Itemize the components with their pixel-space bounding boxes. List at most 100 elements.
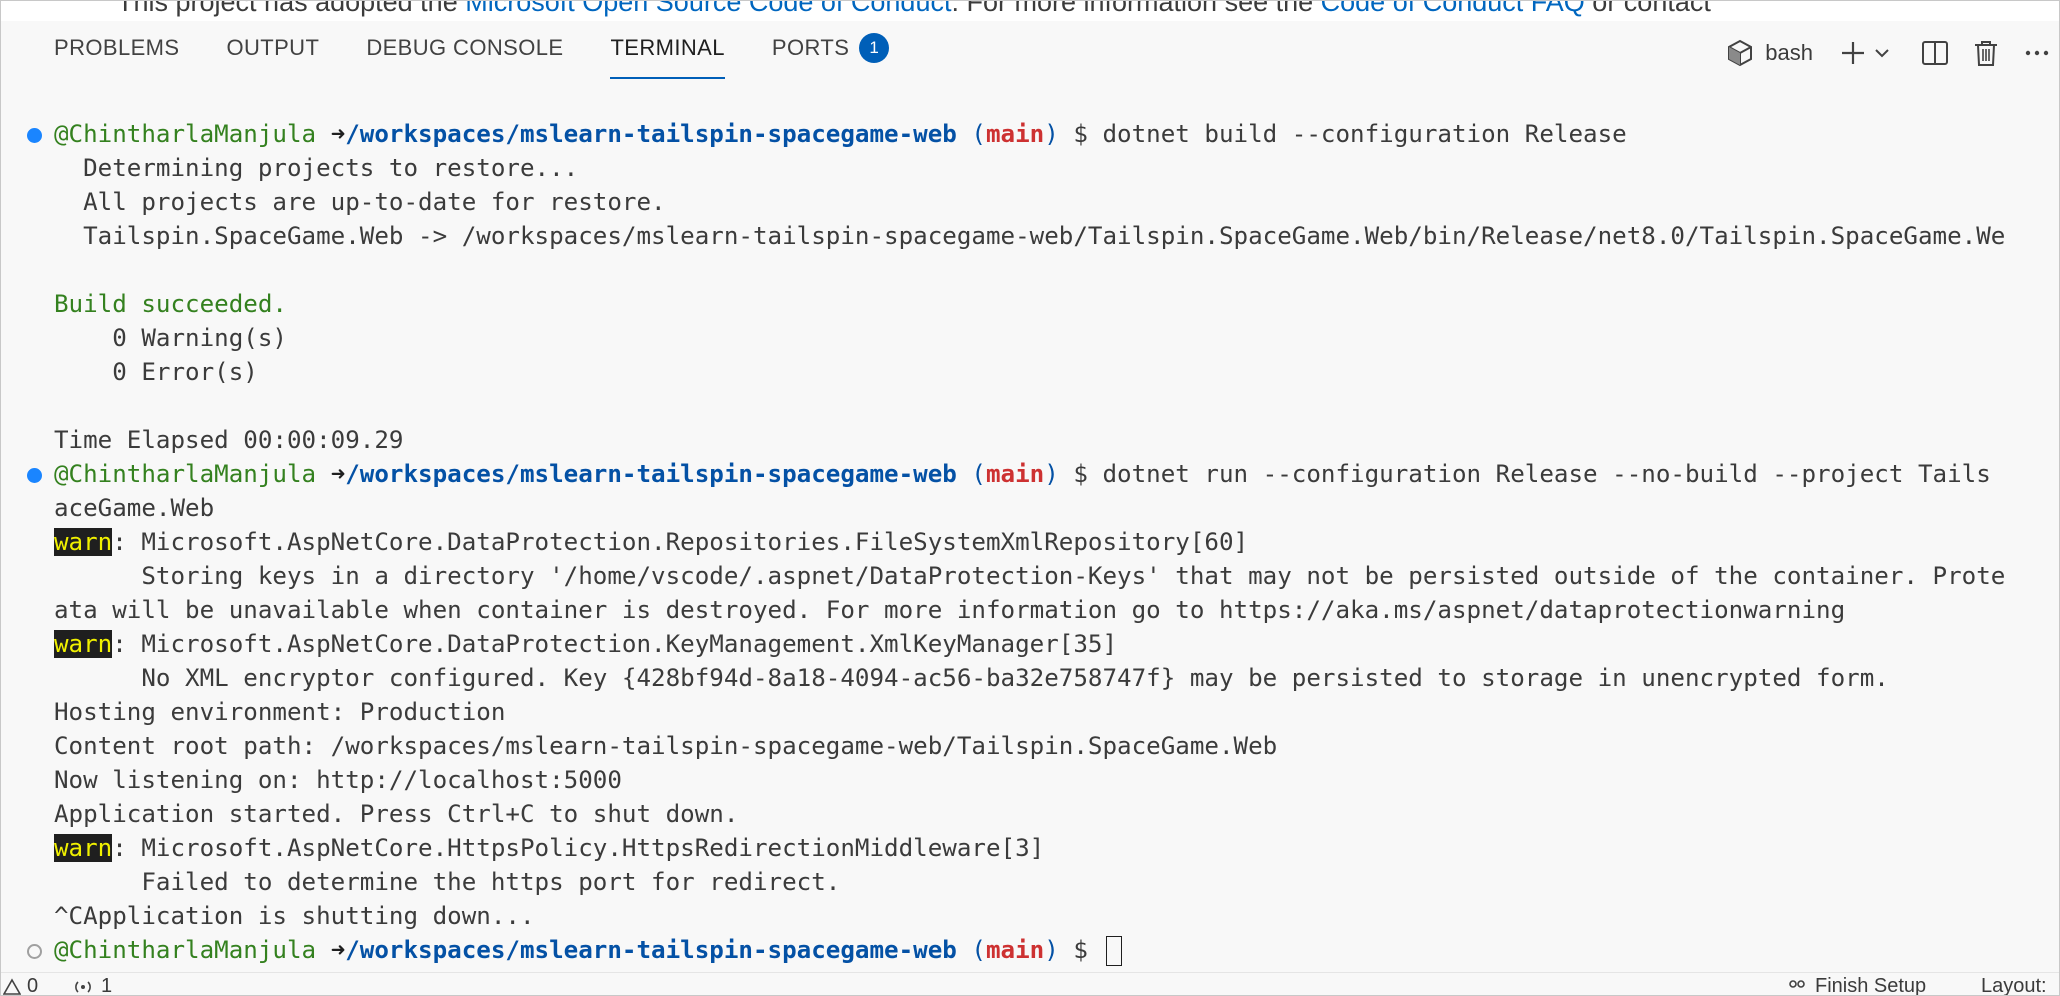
readme-line: This project has adopted the Microsoft O… <box>117 1 1711 18</box>
tab-terminal[interactable]: TERMINAL <box>610 35 726 79</box>
readme-text: . For more information see the <box>951 1 1321 17</box>
command-text: dotnet run --configuration Release --no-… <box>1102 460 1991 488</box>
warn-line: warn: Microsoft.AspNetCore.HttpsPolicy.H… <box>54 831 2059 865</box>
plus-icon <box>1842 42 1864 64</box>
prompt-path: /workspaces/mslearn-tailspin-spacegame-w… <box>345 120 957 148</box>
output-line: Storing keys in a directory '/home/vscod… <box>54 562 2006 590</box>
prompt-user: @ChintharlaManjula <box>54 120 317 148</box>
terminal-shell-label: bash <box>1765 40 1813 65</box>
prompt-user: @ChintharlaManjula <box>54 936 317 964</box>
tab-label: PROBLEMS <box>54 35 180 60</box>
ports-status[interactable]: 1 <box>71 975 112 995</box>
trash-icon <box>1975 41 1997 66</box>
vscode-window: This project has adopted the Microsoft O… <box>0 0 2060 996</box>
prompt-paren: ) <box>1044 120 1059 148</box>
warn-tag: warn <box>54 834 113 862</box>
terminal-instance-button[interactable]: bash <box>1725 38 1839 68</box>
warn-text: : Microsoft.AspNetCore.DataProtection.Re… <box>112 528 1249 556</box>
tab-problems[interactable]: PROBLEMS <box>54 35 179 71</box>
readme-preview-clip: This project has adopted the Microsoft O… <box>1 1 2059 21</box>
ellipsis-icon <box>2025 50 2049 56</box>
output-line: Determining projects to restore... <box>54 154 579 182</box>
tab-label: PORTS <box>771 35 850 60</box>
prompt-dollar: $ <box>1073 936 1088 964</box>
warning-icon <box>3 977 21 995</box>
tab-debug-console[interactable]: DEBUG CONSOLE <box>366 35 563 71</box>
tab-output[interactable]: OUTPUT <box>226 35 319 71</box>
output-line: 0 Error(s) <box>54 358 258 386</box>
tab-label: DEBUG CONSOLE <box>366 35 564 60</box>
more-actions-button[interactable] <box>2023 39 2051 67</box>
output-line: Time Elapsed 00:00:09.29 <box>54 426 404 454</box>
prompt-paren: ( <box>971 936 986 964</box>
prompt-branch: main <box>985 936 1045 964</box>
prompt-line: @ChintharlaManjula ➜/workspaces/mslearn-… <box>54 933 2059 967</box>
prompt-dollar: $ <box>1073 460 1088 488</box>
prompt-path: /workspaces/mslearn-tailspin-spacegame-w… <box>345 936 957 964</box>
output-line: ata will be unavailable when container i… <box>54 596 1846 624</box>
tab-ports[interactable]: PORTS 1 <box>771 33 890 71</box>
prompt-paren: ) <box>1044 460 1059 488</box>
output-line: Hosting environment: Production <box>54 698 506 726</box>
prompt-arrow: ➜ <box>330 120 346 148</box>
ports-count-badge: 1 <box>859 33 890 63</box>
prompt-paren: ( <box>971 460 986 488</box>
layout-label: Layout: <box>1981 975 2047 995</box>
output-line: Application started. Press Ctrl+C to shu… <box>54 800 739 828</box>
code-of-conduct-link[interactable]: Microsoft Open Source Code of Conduct <box>465 1 951 17</box>
prompt-branch: main <box>985 460 1045 488</box>
prompt-path: /workspaces/mslearn-tailspin-spacegame-w… <box>345 460 957 488</box>
prompt-branch: main <box>985 120 1045 148</box>
warn-text: : Microsoft.AspNetCore.HttpsPolicy.Https… <box>112 834 1045 862</box>
chevron-down-icon <box>1875 49 1889 58</box>
warn-tag: warn <box>54 630 113 658</box>
output-line: Now listening on: http://localhost:5000 <box>54 766 622 794</box>
prompt-user: @ChintharlaManjula <box>54 460 317 488</box>
prompt-arrow: ➜ <box>330 936 346 964</box>
new-terminal-button[interactable] <box>1839 39 1867 67</box>
broadcast-icon <box>75 980 91 993</box>
command-decoration[interactable] <box>27 468 42 483</box>
readme-text: This project has adopted the <box>117 1 466 17</box>
output-line: 0 Warning(s) <box>54 324 287 352</box>
prompt-line: @ChintharlaManjula ➜/workspaces/mslearn-… <box>54 457 2059 491</box>
layout-status[interactable]: Layout: <box>1981 975 2047 995</box>
accounts-icon <box>1789 979 1805 988</box>
panel-header: PROBLEMS OUTPUT DEBUG CONSOLE TERMINAL P… <box>1 21 2059 83</box>
warn-line: warn: Microsoft.AspNetCore.DataProtectio… <box>54 627 2059 661</box>
status-bar: 0 1 Finish Setup Layout: <box>1 972 2059 995</box>
problems-count: 0 <box>27 975 39 995</box>
terminal-output[interactable]: @ChintharlaManjula ➜/workspaces/mslearn-… <box>1 103 2059 973</box>
split-terminal-button[interactable] <box>1921 39 1949 67</box>
warn-text: : Microsoft.AspNetCore.DataProtection.Ke… <box>112 630 1118 658</box>
problems-status[interactable]: 0 <box>3 975 38 995</box>
output-line: Tailspin.SpaceGame.Web -> /workspaces/ms… <box>54 222 2006 250</box>
command-pending-decoration[interactable] <box>27 944 42 959</box>
readme-text: or contact <box>1584 1 1711 17</box>
terminal-profiles-dropdown[interactable] <box>1873 44 1891 62</box>
terminal-cursor[interactable] <box>1106 936 1123 966</box>
prompt-line: @ChintharlaManjula ➜/workspaces/mslearn-… <box>54 117 2059 151</box>
prompt-dollar: $ <box>1073 120 1088 148</box>
finish-setup-status[interactable]: Finish Setup <box>1785 975 1926 995</box>
build-succeeded-line: Build succeeded. <box>54 290 287 318</box>
warn-line: warn: Microsoft.AspNetCore.DataProtectio… <box>54 525 2059 559</box>
prompt-arrow: ➜ <box>330 460 346 488</box>
output-line: aceGame.Web <box>54 494 215 522</box>
command-text: dotnet build --configuration Release <box>1102 120 1627 148</box>
kill-terminal-button[interactable] <box>1973 39 1999 67</box>
command-success-decoration[interactable] <box>27 128 42 143</box>
tab-label: TERMINAL <box>610 35 725 60</box>
prompt-paren: ) <box>1044 936 1059 964</box>
output-line: ^CApplication is shutting down... <box>54 902 535 930</box>
warn-tag: warn <box>54 528 113 556</box>
output-line: All projects are up-to-date for restore. <box>54 188 666 216</box>
ports-count: 1 <box>101 975 113 995</box>
output-line: No XML encryptor configured. Key {428bf9… <box>54 664 1889 692</box>
prompt-paren: ( <box>971 120 986 148</box>
finish-setup-label: Finish Setup <box>1815 975 1927 995</box>
faq-link[interactable]: Code of Conduct FAQ <box>1321 1 1585 17</box>
terminal-cube-icon <box>1728 39 1753 67</box>
output-line: Failed to determine the https port for r… <box>54 868 841 896</box>
tab-label: OUTPUT <box>226 35 320 60</box>
